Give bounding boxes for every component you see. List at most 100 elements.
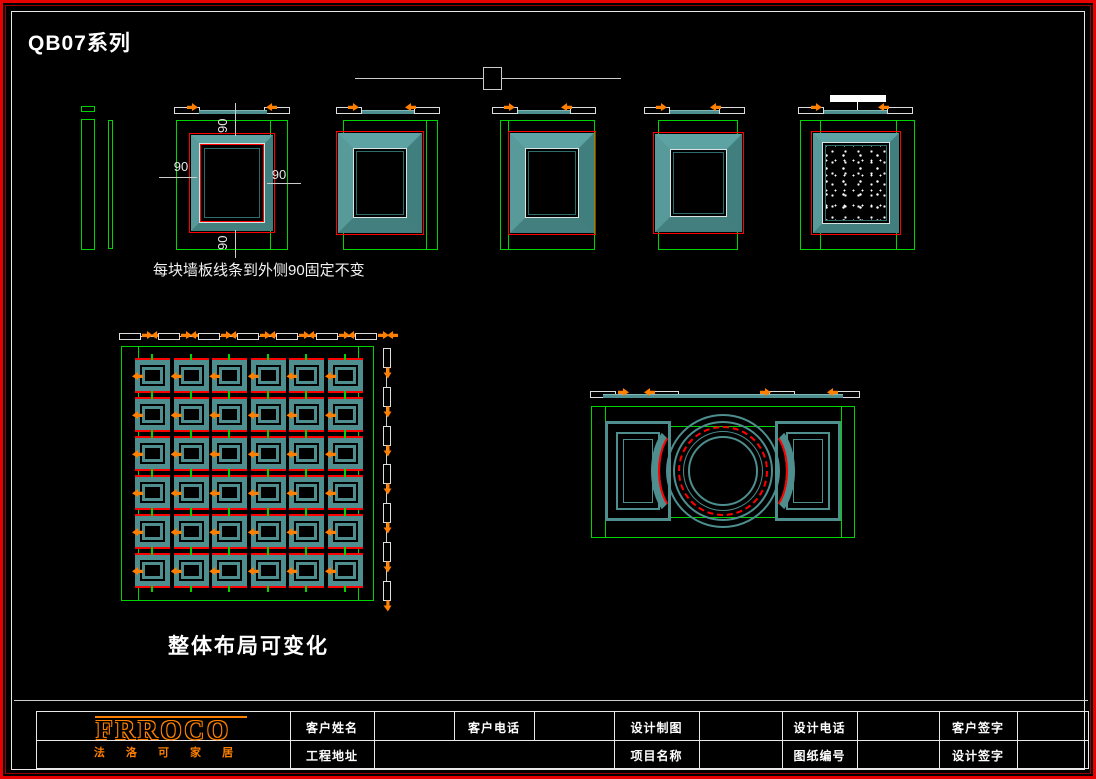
coffer-cell-frame bbox=[256, 443, 281, 464]
coffer-cell-core bbox=[299, 448, 314, 459]
coffer-cell-core bbox=[338, 526, 353, 537]
title-block-line bbox=[857, 712, 858, 768]
section-mark bbox=[383, 387, 391, 407]
brand-logo: FRROCO 法 洛 可 家 居 bbox=[37, 712, 290, 768]
coffer-cell-core bbox=[299, 526, 314, 537]
grid-tick bbox=[228, 393, 230, 399]
dim-text-left: 90 bbox=[167, 159, 195, 174]
coffer-cell bbox=[212, 436, 247, 471]
section-mark bbox=[158, 333, 180, 340]
coffer-cell-frame bbox=[256, 521, 281, 542]
grid-tick bbox=[228, 510, 230, 516]
coffer-cell-core bbox=[184, 526, 199, 537]
section-bar bbox=[518, 110, 570, 114]
coffer-cell-frame bbox=[333, 560, 358, 581]
grid-tick bbox=[305, 432, 307, 438]
grid-tick bbox=[190, 549, 192, 555]
grid-tick bbox=[267, 432, 269, 438]
coffer-cell bbox=[212, 553, 247, 588]
coffer-cell bbox=[289, 358, 324, 393]
coffer-cell bbox=[174, 553, 209, 588]
grid-tick bbox=[344, 510, 346, 516]
field-label-design-phone: 设计电话 bbox=[782, 719, 857, 737]
grid-tick bbox=[151, 510, 153, 516]
field-label-designer: 设计制图 bbox=[614, 719, 699, 737]
dim-line bbox=[235, 103, 236, 136]
coffer-cell-core bbox=[145, 370, 160, 381]
section-bar bbox=[199, 110, 267, 114]
dim-text-bottom: 90 bbox=[215, 230, 230, 256]
section-mark bbox=[237, 333, 259, 340]
section-bar bbox=[603, 394, 843, 398]
title-block-line bbox=[534, 712, 535, 740]
coffer-cell bbox=[328, 397, 363, 432]
coffer-cell-core bbox=[338, 487, 353, 498]
panel4-bevel-frame bbox=[655, 134, 742, 232]
field-label-drawing-no: 图纸编号 bbox=[782, 747, 857, 765]
coffer-cell-core bbox=[338, 565, 353, 576]
coffer-cell-core bbox=[184, 487, 199, 498]
section-mark bbox=[276, 333, 298, 340]
coffer-cell-frame bbox=[217, 521, 242, 542]
section-mark bbox=[316, 333, 338, 340]
grid-h-indicator bbox=[119, 331, 379, 345]
coffer-cell-core bbox=[145, 565, 160, 576]
grid-v-indicator bbox=[379, 348, 393, 606]
panel-rule-note: 每块墙板线条到外侧90固定不变 bbox=[153, 259, 365, 280]
grid-tick bbox=[151, 432, 153, 438]
coffer-cell-core bbox=[184, 370, 199, 381]
coffer-cell-frame bbox=[140, 560, 165, 581]
coffer-cell bbox=[135, 436, 170, 471]
dim-text-right: 90 bbox=[265, 167, 293, 182]
coffer-cell bbox=[251, 475, 286, 510]
grid-tick bbox=[151, 393, 153, 399]
bevel-highlight bbox=[525, 148, 579, 218]
section-arrow-icon bbox=[260, 331, 271, 339]
coffer-cell-frame bbox=[140, 443, 165, 464]
grid-tick bbox=[344, 354, 346, 360]
coffer-cell-core bbox=[184, 448, 199, 459]
section-arrow-icon bbox=[339, 331, 350, 339]
grid-tick bbox=[151, 354, 153, 360]
field-label-project-address: 工程地址 bbox=[290, 747, 374, 765]
grid-tick bbox=[151, 586, 153, 592]
coffer-cell bbox=[328, 436, 363, 471]
section-mark bbox=[887, 107, 913, 114]
coffer-cell-frame bbox=[294, 521, 319, 542]
section-arrow-icon bbox=[299, 331, 310, 339]
grid-tick bbox=[344, 471, 346, 477]
coffer-cell-core bbox=[222, 370, 237, 381]
coffer-cell bbox=[328, 358, 363, 393]
grid-tick bbox=[151, 549, 153, 555]
section-mark bbox=[570, 107, 596, 114]
coffer-cell bbox=[174, 475, 209, 510]
grid-tick bbox=[228, 586, 230, 592]
grid-tick bbox=[228, 471, 230, 477]
section-arrow-icon bbox=[384, 523, 392, 534]
grid-tick bbox=[305, 471, 307, 477]
section-mark bbox=[414, 107, 440, 114]
coffer-cell-core bbox=[184, 409, 199, 420]
coffer-cell-frame bbox=[333, 365, 358, 386]
coffer-cell-frame bbox=[294, 560, 319, 581]
coffer-cell bbox=[135, 514, 170, 549]
coffer-cell bbox=[251, 553, 286, 588]
profile-bar-thin bbox=[108, 120, 113, 249]
coffer-cell-frame bbox=[140, 482, 165, 503]
medallion-circle-inner bbox=[688, 436, 758, 506]
coffer-cell-core bbox=[222, 409, 237, 420]
section-mark bbox=[383, 464, 391, 484]
panel2-field bbox=[356, 151, 404, 215]
coffer-cell-core bbox=[145, 448, 160, 459]
coffer-cell-frame bbox=[294, 365, 319, 386]
section-arrow-icon bbox=[384, 562, 392, 573]
section-mark bbox=[383, 426, 391, 446]
coffer-cell-frame bbox=[256, 482, 281, 503]
title-block: FRROCO 法 洛 可 家 居 客户姓名 客户电话 设计制图 设计电话 客户签… bbox=[36, 711, 1089, 769]
coffer-cell bbox=[135, 358, 170, 393]
bevel-highlight bbox=[670, 149, 727, 217]
panel3-bevel-frame bbox=[510, 133, 594, 233]
brand-overline bbox=[95, 716, 247, 718]
grid-tick bbox=[344, 393, 346, 399]
section-arrow-icon bbox=[384, 407, 392, 418]
